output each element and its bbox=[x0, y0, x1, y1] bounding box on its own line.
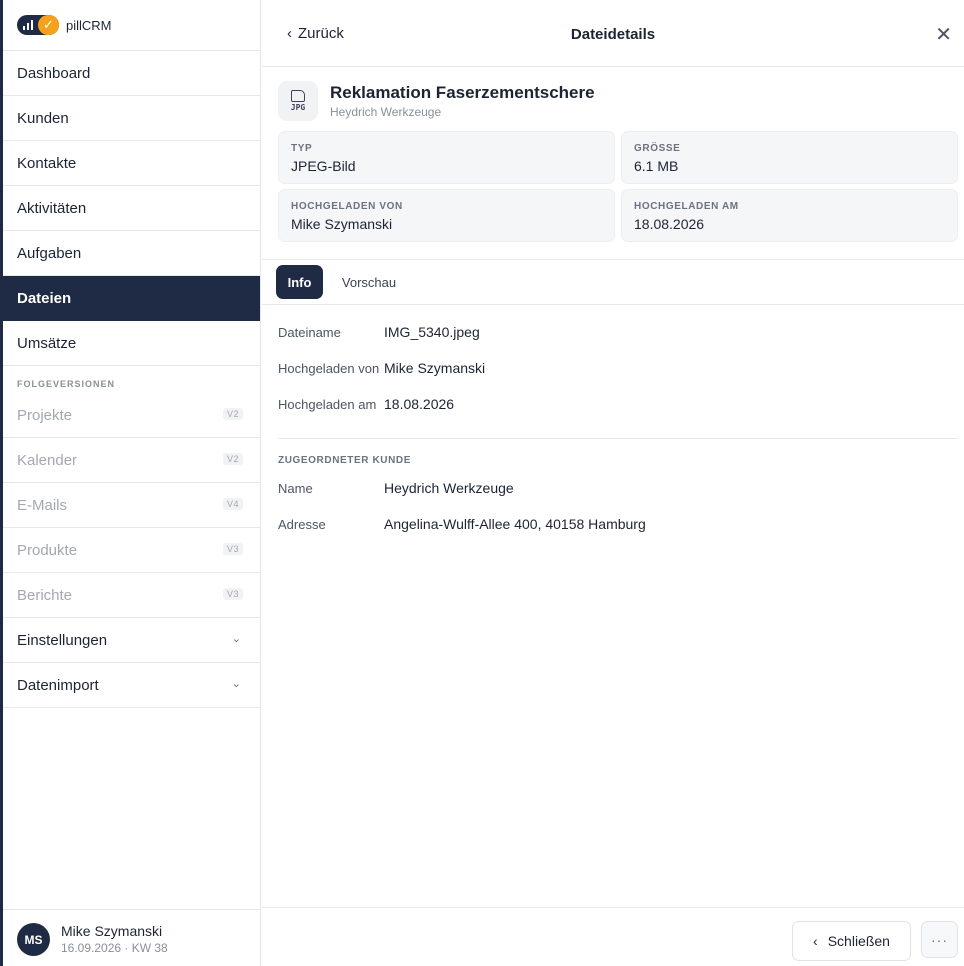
file-details-panel: ‹ Zurück Dateidetails ✕ JPG Reklamation … bbox=[262, 0, 964, 966]
sidebar-item-label: Kalender bbox=[17, 451, 78, 469]
close-icon[interactable]: ✕ bbox=[935, 22, 952, 47]
close-button[interactable]: ‹ Schließen bbox=[792, 921, 911, 961]
logo-icon: ✓ bbox=[17, 15, 59, 35]
sidebar-item-label: Kunden bbox=[17, 109, 69, 127]
version-badge: V4 bbox=[222, 498, 243, 510]
chevron-down-icon: ⌄ bbox=[231, 678, 241, 690]
sidebar-item-label: E-Mails bbox=[17, 496, 68, 514]
user-profile[interactable]: MS Mike Szymanski 16.09.2026 · KW 38 bbox=[3, 909, 260, 966]
customer-label-name: Name bbox=[278, 481, 313, 496]
meta-card-uploaded-at: HOCHGELADEN AM 18.08.2026 bbox=[621, 189, 958, 242]
info-value-uploaded-by: Mike Szymanski bbox=[384, 360, 486, 376]
sidebar-item-produkte: Produkte V3 bbox=[3, 528, 260, 573]
file-ext-label: JPG bbox=[290, 103, 306, 112]
meta-value: 18.08.2026 bbox=[634, 216, 705, 232]
meta-label: TYP bbox=[291, 143, 313, 154]
sidebar-item-label: Dateien bbox=[17, 289, 72, 307]
file-customer: Heydrich Werkzeuge bbox=[330, 105, 442, 119]
sidebar-item-label: Einstellungen bbox=[17, 631, 108, 649]
meta-value: Mike Szymanski bbox=[291, 216, 393, 232]
sidebar-item-label: Datenimport bbox=[17, 676, 99, 694]
close-button-label: Schließen bbox=[827, 933, 890, 949]
sidebar-item-kunden[interactable]: Kunden bbox=[3, 96, 260, 141]
meta-label: HOCHGELADEN VON bbox=[291, 201, 403, 212]
version-badge: V2 bbox=[222, 408, 243, 420]
sidebar-item-aktivitaeten[interactable]: Aktivitäten bbox=[3, 186, 260, 231]
chevron-left-icon: ‹ bbox=[813, 933, 818, 949]
tab-info[interactable]: Info bbox=[276, 265, 323, 299]
sidebar-item-label: Aufgaben bbox=[17, 244, 82, 262]
sidebar-item-dashboard[interactable]: Dashboard bbox=[3, 51, 260, 96]
divider bbox=[278, 438, 958, 439]
customer-label-address: Adresse bbox=[278, 517, 326, 532]
logo[interactable]: ✓ pillCRM bbox=[0, 0, 260, 51]
version-badge: V3 bbox=[222, 588, 243, 600]
customer-value-address: Angelina-Wulff-Allee 400, 40158 Hamburg bbox=[384, 516, 646, 532]
info-label-uploaded-at: Hochgeladen am bbox=[278, 397, 377, 412]
version-badge: V3 bbox=[222, 543, 243, 555]
file-name: Reklamation Faserzementschere bbox=[330, 83, 595, 102]
more-options-button[interactable]: ··· bbox=[921, 921, 958, 958]
info-value-filename: IMG_5340.jpeg bbox=[384, 324, 480, 340]
sidebar-item-kontakte[interactable]: Kontakte bbox=[3, 141, 260, 186]
sidebar-item-label: Dashboard bbox=[17, 64, 91, 82]
sidebar-item-label: Projekte bbox=[17, 406, 73, 424]
meta-label: HOCHGELADEN AM bbox=[634, 201, 739, 212]
sidebar-item-label: Produkte bbox=[17, 541, 78, 559]
logo-text: pillCRM bbox=[66, 17, 112, 33]
sidebar-item-label: Berichte bbox=[17, 586, 73, 604]
divider bbox=[262, 304, 964, 305]
sidebar-item-kalender: Kalender V2 bbox=[3, 438, 260, 483]
sidebar-item-einstellungen[interactable]: Einstellungen ⌄ bbox=[3, 618, 260, 663]
jpg-file-icon: JPG bbox=[278, 81, 318, 121]
panel-title: Dateidetails bbox=[570, 26, 656, 43]
sidebar-item-projekte: Projekte V2 bbox=[3, 393, 260, 438]
section-title-customer: ZUGEORDNETER KUNDE bbox=[278, 455, 412, 466]
sidebar-item-datenimport[interactable]: Datenimport ⌄ bbox=[3, 663, 260, 708]
sidebar-item-label: Aktivitäten bbox=[17, 199, 87, 217]
sidebar: ✓ pillCRM Dashboard Kunden Kontakte Akti… bbox=[0, 0, 261, 966]
meta-card-type: TYP JPEG-Bild bbox=[278, 131, 615, 184]
user-name: Mike Szymanski bbox=[61, 923, 163, 939]
info-value-uploaded-at: 18.08.2026 bbox=[384, 396, 455, 412]
meta-value: JPEG-Bild bbox=[291, 158, 356, 174]
avatar: MS bbox=[17, 923, 50, 956]
panel-header: ‹ Zurück Dateidetails ✕ bbox=[262, 0, 964, 67]
chevron-down-icon: ⌄ bbox=[231, 633, 241, 645]
meta-card-size: GRÖSSE 6.1 MB bbox=[621, 131, 958, 184]
meta-card-uploaded-by: HOCHGELADEN VON Mike Szymanski bbox=[278, 189, 615, 242]
divider bbox=[262, 259, 964, 260]
customer-value-name: Heydrich Werkzeuge bbox=[384, 480, 514, 496]
version-badge: V2 bbox=[222, 453, 243, 465]
sidebar-item-aufgaben[interactable]: Aufgaben bbox=[3, 231, 260, 276]
sidebar-item-label: Umsätze bbox=[17, 334, 77, 352]
meta-value: 6.1 MB bbox=[634, 158, 679, 174]
tab-vorschau[interactable]: Vorschau bbox=[336, 265, 402, 299]
user-date: 16.09.2026 · KW 38 bbox=[61, 941, 168, 955]
sidebar-item-berichte: Berichte V3 bbox=[3, 573, 260, 618]
sidebar-item-emails: E-Mails V4 bbox=[3, 483, 260, 528]
panel-footer: ‹ Schließen ··· bbox=[262, 907, 964, 966]
file-header: JPG Reklamation Faserzementschere Heydri… bbox=[278, 81, 938, 121]
section-label-folgeversionen: FOLGEVERSIONEN bbox=[17, 379, 116, 389]
info-label-filename: Dateiname bbox=[278, 325, 341, 340]
sidebar-item-dateien[interactable]: Dateien bbox=[3, 276, 260, 321]
sidebar-item-label: Kontakte bbox=[17, 154, 77, 172]
info-label-uploaded-by: Hochgeladen von bbox=[278, 361, 380, 376]
sidebar-item-umsaetze[interactable]: Umsätze bbox=[3, 321, 260, 366]
meta-label: GRÖSSE bbox=[634, 143, 681, 154]
